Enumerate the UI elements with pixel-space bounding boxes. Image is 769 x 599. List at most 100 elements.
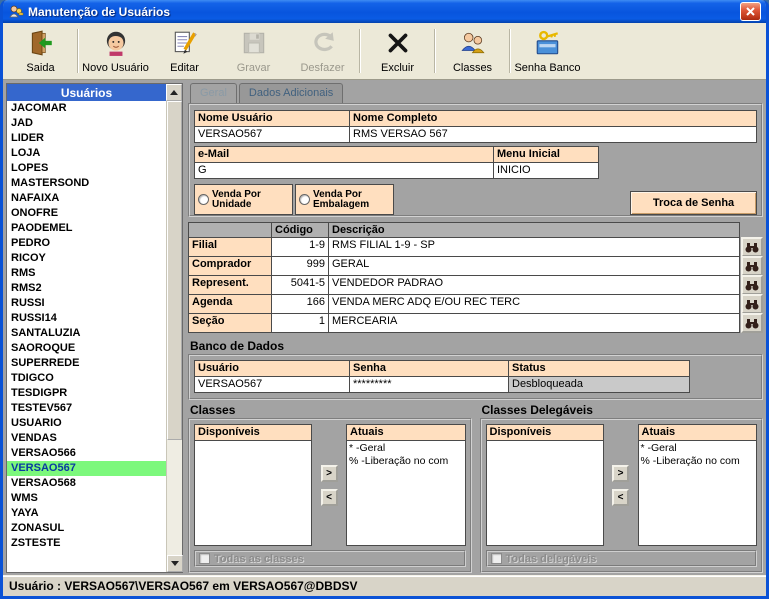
binoculars-icon — [745, 280, 759, 290]
toolbar-separator — [77, 29, 79, 73]
user-item[interactable]: ZONASUL — [7, 521, 166, 536]
delete-button[interactable]: Excluir — [363, 25, 432, 77]
email-field[interactable]: G — [194, 162, 494, 179]
user-item[interactable]: ONOFRE — [7, 206, 166, 221]
tab-geral[interactable]: Geral — [190, 83, 237, 103]
exit-button[interactable]: Saida — [6, 25, 75, 77]
comprador-label: Comprador — [188, 256, 272, 276]
user-item[interactable]: VERSAO567 — [7, 461, 166, 476]
undo-button[interactable]: Desfazer — [288, 25, 357, 77]
user-item[interactable]: VERSAO568 — [7, 476, 166, 491]
user-item[interactable]: SAOROQUE — [7, 341, 166, 356]
comprador-codigo-field[interactable]: 999 — [271, 256, 329, 276]
classes-atuais-list[interactable]: * -Geral % -Liberação no com — [346, 440, 466, 546]
list-item[interactable]: % -Liberação no com — [639, 455, 757, 468]
user-item[interactable]: YAYA — [7, 506, 166, 521]
user-item[interactable]: TESTEV567 — [7, 401, 166, 416]
scroll-up-button[interactable] — [166, 84, 182, 101]
user-item[interactable]: VENDAS — [7, 431, 166, 446]
user-item[interactable]: TESDIGPR — [7, 386, 166, 401]
scrollbar-thumb[interactable] — [167, 101, 182, 441]
secao-search-button[interactable] — [741, 313, 763, 333]
edit-button[interactable]: Editar — [150, 25, 219, 77]
user-item[interactable]: NAFAIXA — [7, 191, 166, 206]
classes-move-right-button[interactable]: > — [320, 464, 338, 482]
new-user-button[interactable]: Novo Usuário — [81, 25, 150, 77]
user-item[interactable]: TDIGCO — [7, 371, 166, 386]
user-item[interactable]: PEDRO — [7, 236, 166, 251]
user-item[interactable]: SANTALUZIA — [7, 326, 166, 341]
nome-completo-field[interactable]: RMS VERSAO 567 — [349, 126, 757, 143]
radio-icon — [299, 194, 310, 205]
password-icon — [534, 29, 562, 60]
user-item[interactable]: RUSSI14 — [7, 311, 166, 326]
tab-bar: Geral Dados Adicionais — [190, 83, 763, 103]
save-button[interactable]: Gravar — [219, 25, 288, 77]
tab-dados-adicionais[interactable]: Dados Adicionais — [238, 83, 344, 103]
edit-icon — [171, 29, 199, 60]
user-item[interactable]: SUPERREDE — [7, 356, 166, 371]
troca-de-senha-button[interactable]: Troca de Senha — [630, 191, 757, 215]
classes-disponiveis-list[interactable] — [194, 440, 312, 546]
venda-por-embalagem-radio[interactable]: Venda Por Embalagem — [295, 184, 394, 215]
user-item[interactable]: RMS — [7, 266, 166, 281]
list-item[interactable]: * -Geral — [347, 442, 465, 455]
scroll-down-button[interactable] — [167, 555, 183, 572]
venda-por-unidade-radio[interactable]: Venda Por Unidade — [194, 184, 293, 215]
user-item[interactable]: PAODEMEL — [7, 221, 166, 236]
classes-move-left-button[interactable]: < — [320, 488, 338, 506]
user-item[interactable]: RUSSI — [7, 296, 166, 311]
represent-descricao-field: VENDEDOR PADRAO — [328, 275, 740, 295]
secao-label: Seção — [188, 313, 272, 333]
classes-button[interactable]: Classes — [438, 25, 507, 77]
filial-codigo-field[interactable]: 1-9 — [271, 237, 329, 257]
db-usuario-field[interactable]: VERSAO567 — [194, 376, 350, 393]
agenda-label: Agenda — [188, 294, 272, 314]
menu-inicial-field[interactable]: INICIO — [493, 162, 599, 179]
delegaveis-disponiveis-list[interactable] — [485, 440, 604, 546]
close-icon — [746, 7, 755, 16]
represent-codigo-field[interactable]: 5041-5 — [271, 275, 329, 295]
agenda-search-button[interactable] — [741, 294, 763, 314]
user-item[interactable]: ZSTESTE — [7, 536, 166, 551]
titlebar[interactable]: Manutenção de Usuários — [3, 0, 766, 23]
user-item[interactable]: VERSAO566 — [7, 446, 166, 461]
comprador-search-button[interactable] — [741, 256, 763, 276]
nome-usuario-field[interactable]: VERSAO567 — [194, 126, 350, 143]
user-item[interactable]: USUARIO — [7, 416, 166, 431]
user-item[interactable]: JACOMAR — [7, 101, 166, 116]
delegaveis-move-left-button[interactable]: < — [612, 488, 629, 506]
db-usuario-label: Usuário — [194, 360, 350, 377]
delegaveis-atuais-list[interactable]: * -Geral % -Liberação no com — [637, 440, 757, 546]
agenda-codigo-field[interactable]: 166 — [271, 294, 329, 314]
list-item[interactable]: * -Geral — [639, 442, 757, 455]
delegaveis-move-right-button[interactable]: > — [612, 464, 629, 482]
user-item[interactable]: LIDER — [7, 131, 166, 146]
status-text: Usuário : VERSAO567\VERSAO567 em VERSAO5… — [9, 579, 358, 593]
users-panel: Usuários JACOMAR JAD LIDER LOJA LOPES MA… — [6, 83, 183, 573]
filial-search-button[interactable] — [741, 237, 763, 257]
user-item[interactable]: MASTERSOND — [7, 176, 166, 191]
user-item[interactable]: LOPES — [7, 161, 166, 176]
db-senha-field[interactable]: ********* — [349, 376, 509, 393]
user-item[interactable]: RICOY — [7, 251, 166, 266]
table-row-comprador: Comprador 999 GERAL — [188, 256, 763, 276]
secao-codigo-field[interactable]: 1 — [271, 313, 329, 333]
user-item[interactable]: LOJA — [7, 146, 166, 161]
banco-de-dados-box: Usuário Senha Status VERSAO567 *********… — [188, 354, 763, 400]
todas-delegaveis-checkbox[interactable] — [490, 553, 502, 564]
represent-search-button[interactable] — [741, 275, 763, 295]
status-bar: Usuário : VERSAO567\VERSAO567 em VERSAO5… — [3, 575, 766, 596]
general-info-box: Nome Usuário Nome Completo VERSAO567 RMS… — [188, 103, 763, 217]
user-item[interactable]: JAD — [7, 116, 166, 131]
comprador-descricao-field: GERAL — [328, 256, 740, 276]
list-item[interactable]: % -Liberação no com — [347, 455, 465, 468]
senha-banco-button[interactable]: Senha Banco — [513, 25, 582, 77]
user-list-scrollbar[interactable] — [166, 101, 183, 572]
close-button[interactable] — [740, 2, 761, 21]
user-item[interactable]: RMS2 — [7, 281, 166, 296]
binoculars-icon — [745, 261, 759, 271]
toolbar: Saida Novo Usuário Editar Gravar Desfaze… — [3, 23, 766, 80]
user-item[interactable]: WMS — [7, 491, 166, 506]
todas-as-classes-checkbox[interactable] — [199, 553, 210, 564]
